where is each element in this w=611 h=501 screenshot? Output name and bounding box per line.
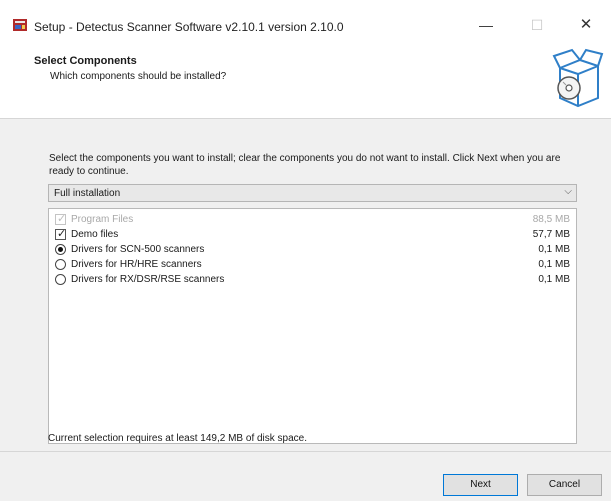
cancel-button[interactable]: Cancel (527, 474, 602, 496)
component-row-demo-files[interactable]: ✓ Demo files 57,7 MB (49, 228, 576, 242)
component-label[interactable]: Drivers for HR/HRE scanners (71, 259, 202, 270)
component-label[interactable]: Drivers for RX/DSR/RSE scanners (71, 274, 224, 285)
checkbox-demo-files[interactable]: ✓ (55, 228, 66, 240)
close-button[interactable]: ✕ (572, 14, 600, 38)
component-label: Program Files (71, 214, 134, 225)
installation-type-dropdown[interactable]: Full installation ⌵ (48, 184, 577, 202)
title-bar: Setup - Detectus Scanner Software v2.10.… (0, 0, 611, 42)
page-subtitle: Which components should be installed? (50, 71, 227, 82)
box-with-disc-icon (552, 48, 604, 108)
next-button[interactable]: Next (443, 474, 518, 496)
wizard-footer: Next Cancel (0, 452, 611, 501)
component-size: 0,1 MB (538, 244, 570, 255)
radio-scn500-drivers[interactable] (55, 244, 66, 255)
component-label[interactable]: Drivers for SCN-500 scanners (71, 244, 204, 255)
maximize-button[interactable]: ☐ (523, 14, 551, 38)
component-row-program-files: ✓ Program Files 88,5 MB (49, 213, 576, 227)
radio-rx-dsr-rse-drivers[interactable] (55, 274, 66, 285)
component-size: 57,7 MB (532, 229, 570, 240)
instructions-text: Select the components you want to instal… (49, 153, 561, 177)
component-size: 0,1 MB (538, 259, 570, 270)
component-row-scn500-drivers[interactable]: Drivers for SCN-500 scanners 0,1 MB (49, 243, 576, 257)
window-title: Setup - Detectus Scanner Software v2.10.… (34, 20, 344, 34)
wizard-header: Select Components Which components shoul… (0, 42, 611, 119)
component-size: 0,1 MB (538, 274, 570, 285)
components-list[interactable]: ✓ Program Files 88,5 MB ✓ Demo files 57,… (48, 208, 577, 444)
radio-hr-hre-drivers[interactable] (55, 259, 66, 270)
page-title: Select Components (34, 55, 137, 67)
minimize-button[interactable]: — (472, 14, 500, 38)
disk-space-requirement: Current selection requires at least 149,… (48, 433, 308, 444)
component-label[interactable]: Demo files (71, 229, 118, 240)
installation-type-value: Full installation (54, 188, 121, 199)
setup-app-icon (13, 19, 27, 31)
component-size: 88,5 MB (532, 214, 570, 225)
checkbox-program-files: ✓ (55, 213, 67, 225)
chevron-down-icon[interactable]: ⌵ (564, 186, 572, 197)
component-row-hr-hre-drivers[interactable]: Drivers for HR/HRE scanners 0,1 MB (49, 258, 576, 272)
component-row-rx-dsr-rse-drivers[interactable]: Drivers for RX/DSR/RSE scanners 0,1 MB (49, 273, 576, 287)
